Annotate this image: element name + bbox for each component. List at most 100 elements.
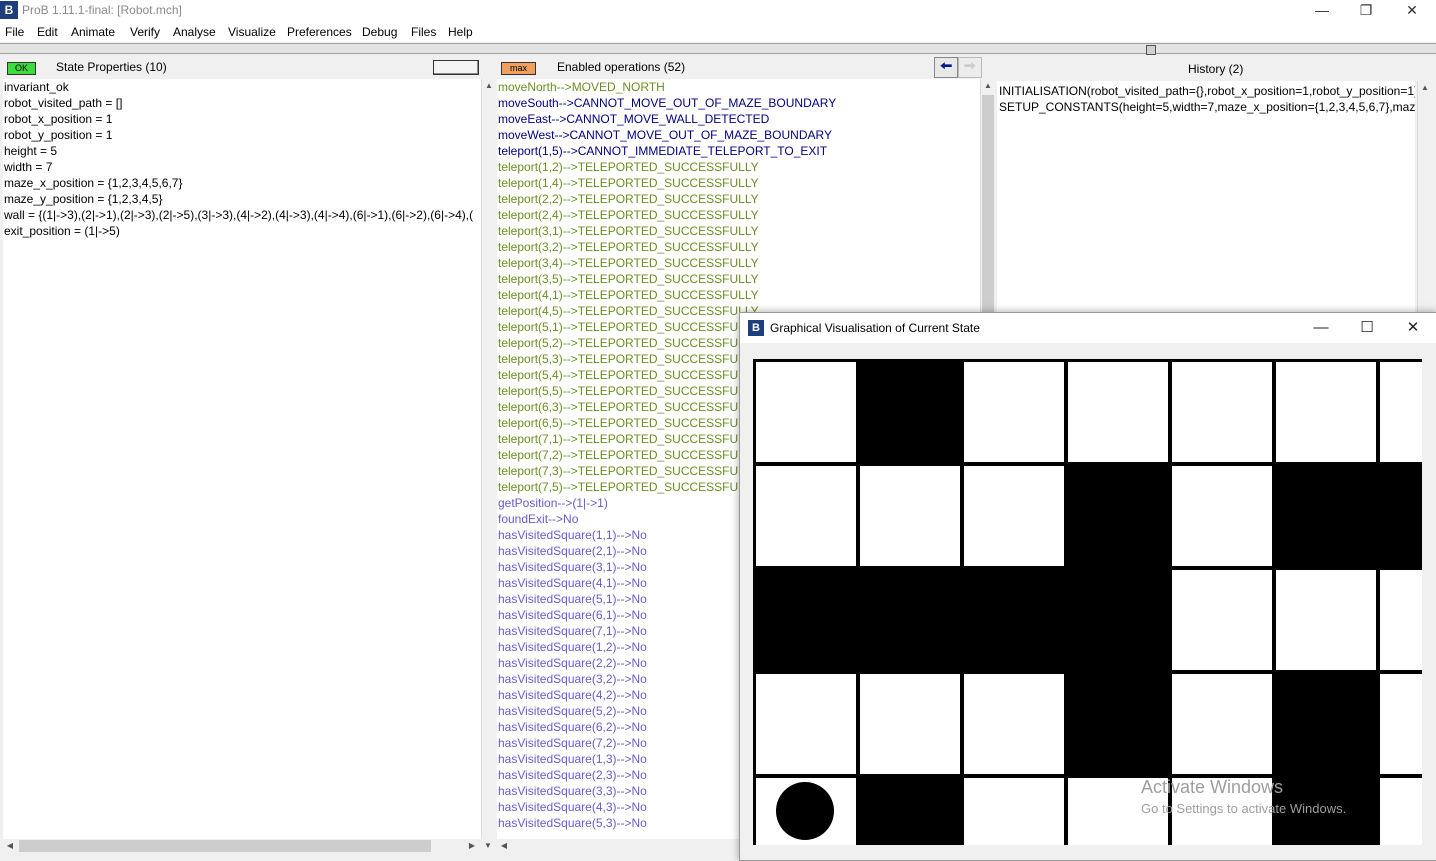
- operation-item[interactable]: teleport(3,4)-->TELEPORTED_SUCCESSFULLY: [498, 255, 759, 271]
- scroll-down-icon[interactable]: ▼: [481, 839, 495, 853]
- menu-file[interactable]: File: [5, 25, 24, 39]
- minimize-icon[interactable]: —: [1299, 0, 1345, 22]
- menu-analyse[interactable]: Analyse: [173, 25, 216, 39]
- state-property-line[interactable]: exit_position = (1|->5): [4, 223, 120, 239]
- operation-item[interactable]: hasVisitedSquare(2,3)-->No: [498, 767, 647, 783]
- maze-free-cell[interactable]: [964, 466, 1064, 566]
- splitter-handle[interactable]: [1146, 45, 1156, 55]
- operation-item[interactable]: hasVisitedSquare(5,1)-->No: [498, 591, 647, 607]
- state-property-line[interactable]: wall = {(1|->3),(2|->1),(2|->3),(2|->5),…: [4, 207, 473, 223]
- operation-item[interactable]: teleport(5,1)-->TELEPORTED_SUCCESSFULLY: [498, 319, 759, 335]
- scroll-right-icon[interactable]: ▶: [465, 839, 479, 853]
- maze-free-cell[interactable]: [756, 674, 856, 774]
- operation-item[interactable]: teleport(2,2)-->TELEPORTED_SUCCESSFULLY: [498, 191, 759, 207]
- operation-item[interactable]: moveEast-->CANNOT_MOVE_WALL_DETECTED: [498, 111, 769, 127]
- state-horizontal-scrollbar[interactable]: ◀ ▶: [3, 839, 481, 853]
- maze-free-cell[interactable]: [964, 778, 1064, 845]
- operation-item[interactable]: hasVisitedSquare(4,1)-->No: [498, 575, 647, 591]
- operation-item[interactable]: hasVisitedSquare(2,2)-->No: [498, 655, 647, 671]
- operation-item[interactable]: hasVisitedSquare(2,1)-->No: [498, 543, 647, 559]
- operation-item[interactable]: teleport(7,1)-->TELEPORTED_SUCCESSFULLY: [498, 431, 759, 447]
- maze-wall-cell[interactable]: [1380, 466, 1422, 570]
- operation-item[interactable]: teleport(6,3)-->TELEPORTED_SUCCESSFULLY: [498, 399, 759, 415]
- ops-scroll-up-icon[interactable]: ▲: [981, 79, 995, 93]
- maze-free-cell[interactable]: [964, 362, 1064, 462]
- history-scroll-up-icon[interactable]: ▲: [1418, 81, 1432, 95]
- operation-item[interactable]: moveNorth-->MOVED_NORTH: [498, 79, 665, 95]
- minimize-icon[interactable]: —: [1298, 315, 1344, 341]
- operation-item[interactable]: hasVisitedSquare(3,1)-->No: [498, 559, 647, 575]
- operation-item[interactable]: teleport(3,5)-->TELEPORTED_SUCCESSFULLY: [498, 271, 759, 287]
- state-vertical-scrollbar[interactable]: ▲: [481, 79, 496, 839]
- maze-wall-cell[interactable]: [860, 570, 964, 674]
- maze-wall-cell[interactable]: [860, 778, 964, 845]
- operation-item[interactable]: hasVisitedSquare(7,2)-->No: [498, 735, 647, 751]
- operation-item[interactable]: hasVisitedSquare(6,1)-->No: [498, 607, 647, 623]
- maze-wall-cell[interactable]: [1068, 674, 1172, 778]
- operation-item[interactable]: hasVisitedSquare(1,2)-->No: [498, 639, 647, 655]
- maze-free-cell[interactable]: [1380, 362, 1422, 462]
- back-arrow-icon[interactable]: 🠨: [934, 57, 958, 78]
- maze-free-cell[interactable]: [1380, 674, 1422, 774]
- operation-item[interactable]: teleport(2,4)-->TELEPORTED_SUCCESSFULLY: [498, 207, 759, 223]
- menu-help[interactable]: Help: [448, 25, 473, 39]
- history-vertical-scrollbar[interactable]: ▲: [1417, 81, 1432, 313]
- maze-free-cell[interactable]: [1172, 674, 1272, 774]
- operation-item[interactable]: teleport(7,5)-->TELEPORTED_SUCCESSFULLY: [498, 479, 759, 495]
- scroll-up-icon[interactable]: ▲: [482, 79, 496, 93]
- operation-item[interactable]: hasVisitedSquare(6,2)-->No: [498, 719, 647, 735]
- operation-item[interactable]: teleport(5,5)-->TELEPORTED_SUCCESSFULLY: [498, 383, 759, 399]
- maze-free-cell[interactable]: [964, 674, 1064, 774]
- state-property-line[interactable]: height = 5: [4, 143, 57, 159]
- state-property-line[interactable]: maze_y_position = {1,2,3,4,5}: [4, 191, 162, 207]
- scroll-left-icon[interactable]: ◀: [3, 839, 17, 853]
- maze-free-cell[interactable]: [1172, 466, 1272, 566]
- maze-wall-cell[interactable]: [964, 570, 1068, 674]
- operation-item[interactable]: hasVisitedSquare(5,2)-->No: [498, 703, 647, 719]
- close-icon[interactable]: ✕: [1390, 315, 1436, 341]
- maze-free-cell[interactable]: [1380, 778, 1422, 845]
- operation-item[interactable]: getPosition-->(1|->1): [498, 495, 608, 511]
- forward-arrow-icon[interactable]: 🠪: [958, 57, 982, 78]
- menu-animate[interactable]: Animate: [71, 25, 115, 39]
- maze-wall-cell[interactable]: [1068, 466, 1172, 570]
- operation-item[interactable]: hasVisitedSquare(3,3)-->No: [498, 783, 647, 799]
- menu-files[interactable]: Files: [411, 25, 436, 39]
- ops-horizontal-scrollbar[interactable]: ◀: [497, 839, 739, 853]
- operation-item[interactable]: teleport(7,2)-->TELEPORTED_SUCCESSFULLY: [498, 447, 759, 463]
- operation-item[interactable]: teleport(3,2)-->TELEPORTED_SUCCESSFULLY: [498, 239, 759, 255]
- maze-wall-cell[interactable]: [860, 362, 964, 466]
- state-property-line[interactable]: robot_y_position = 1: [4, 127, 112, 143]
- operation-item[interactable]: hasVisitedSquare(7,1)-->No: [498, 623, 647, 639]
- operation-item[interactable]: teleport(4,5)-->TELEPORTED_SUCCESSFULLY: [498, 303, 759, 319]
- restore-icon[interactable]: ❐: [1343, 0, 1389, 22]
- operation-item[interactable]: teleport(1,4)-->TELEPORTED_SUCCESSFULLY: [498, 175, 759, 191]
- maze-wall-cell[interactable]: [1276, 466, 1380, 570]
- history-item[interactable]: SETUP_CONSTANTS(height=5,width=7,maze_x_…: [999, 99, 1415, 115]
- maze-free-cell[interactable]: [1276, 570, 1376, 670]
- operation-item[interactable]: teleport(1,2)-->TELEPORTED_SUCCESSFULLY: [498, 159, 759, 175]
- operation-item[interactable]: hasVisitedSquare(1,1)-->No: [498, 527, 647, 543]
- max-operations-badge[interactable]: max: [501, 62, 536, 75]
- maximize-icon[interactable]: ☐: [1344, 315, 1390, 341]
- operation-item[interactable]: teleport(1,5)-->CANNOT_IMMEDIATE_TELEPOR…: [498, 143, 827, 159]
- menu-visualize[interactable]: Visualize: [228, 25, 276, 39]
- history-item[interactable]: INITIALISATION(robot_visited_path={},rob…: [999, 83, 1415, 99]
- state-property-line[interactable]: width = 7: [4, 159, 52, 175]
- maze-free-cell[interactable]: [860, 466, 960, 566]
- operation-item[interactable]: hasVisitedSquare(4,3)-->No: [498, 799, 647, 815]
- state-property-line[interactable]: invariant_ok: [4, 79, 69, 95]
- operation-item[interactable]: teleport(6,5)-->TELEPORTED_SUCCESSFULLY: [498, 415, 759, 431]
- operation-item[interactable]: hasVisitedSquare(5,3)-->No: [498, 815, 647, 831]
- menu-debug[interactable]: Debug: [362, 25, 397, 39]
- close-icon[interactable]: ✕: [1389, 0, 1435, 22]
- operation-item[interactable]: moveWest-->CANNOT_MOVE_OUT_OF_MAZE_BOUND…: [498, 127, 832, 143]
- operation-item[interactable]: teleport(7,3)-->TELEPORTED_SUCCESSFULLY: [498, 463, 759, 479]
- maze-free-cell[interactable]: [1172, 362, 1272, 462]
- state-property-line[interactable]: robot_x_position = 1: [4, 111, 112, 127]
- menu-preferences[interactable]: Preferences: [287, 25, 352, 39]
- operation-item[interactable]: teleport(5,3)-->TELEPORTED_SUCCESSFULLY: [498, 351, 759, 367]
- maze-free-cell[interactable]: [756, 362, 856, 462]
- operation-item[interactable]: teleport(5,4)-->TELEPORTED_SUCCESSFULLY: [498, 367, 759, 383]
- maze-free-cell[interactable]: [1380, 570, 1422, 670]
